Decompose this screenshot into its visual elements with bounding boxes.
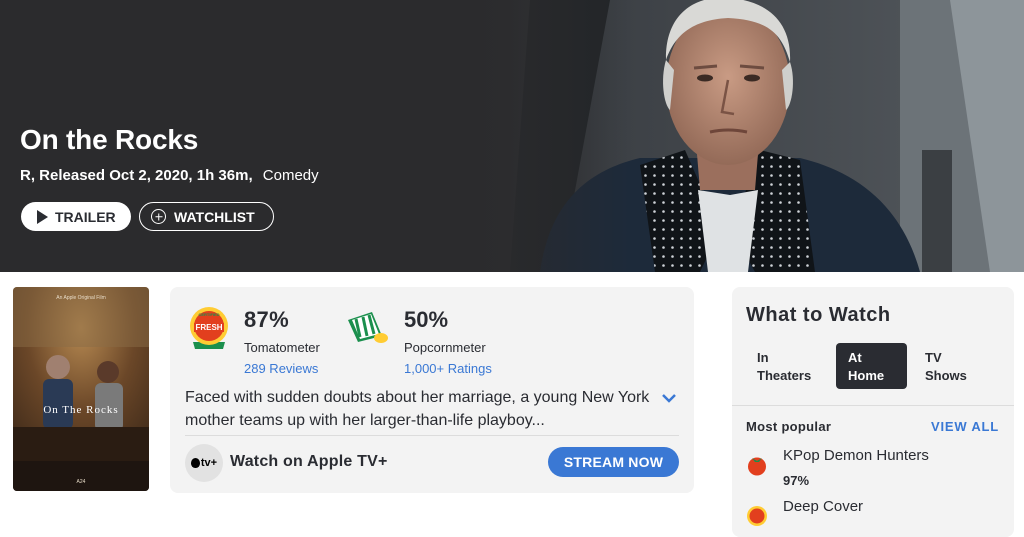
tab-label-line2: Theaters (757, 368, 812, 383)
stream-now-button[interactable]: STREAM NOW (548, 447, 679, 477)
hero-banner: On the Rocks R, Released Oct 2, 2020, 1h… (0, 0, 1024, 272)
popcornmeter-ratings-link[interactable]: 1,000+ Ratings (404, 361, 492, 376)
list-item-score: 97% (783, 473, 810, 488)
plus-circle-icon (151, 209, 166, 224)
apple-logo-icon (190, 458, 200, 468)
tomatometer-label: Tomatometer (244, 340, 320, 355)
movie-title: On the Rocks (20, 124, 199, 155)
tab-label-line2: Home (848, 368, 885, 383)
list-item-title[interactable]: Deep Cover (783, 498, 863, 515)
card-divider (185, 435, 679, 436)
movie-poster[interactable]: An Apple Original Film A24 On The Rocks (13, 287, 149, 491)
popcorn-bucket-icon (348, 312, 388, 343)
play-icon (37, 209, 48, 224)
poster-title: On The Rocks (43, 404, 119, 416)
panel-divider (732, 405, 1014, 406)
trailer-button[interactable]: TRAILER (21, 202, 131, 231)
svg-text:An Apple Original Film: An Apple Original Film (56, 295, 105, 301)
tab-label-line2: Shows (925, 368, 967, 383)
svg-text:FRESH: FRESH (195, 323, 222, 332)
list-item-title[interactable]: KPop Demon Hunters (783, 447, 929, 464)
movie-meta: R, Released Oct 2, 2020, 1h 36m, Comedy (20, 167, 319, 184)
tab-label-line1: At (848, 350, 862, 365)
certified-fresh-icon: FRESH CERTIFIED (190, 307, 228, 349)
poster-image: An Apple Original Film A24 (13, 287, 149, 491)
hero-fade (430, 0, 630, 272)
tomatometer-score: 87% (244, 307, 289, 332)
trailer-button-label: TRAILER (55, 208, 116, 225)
apple-tv-badge: tv+ (185, 444, 223, 482)
view-all-link[interactable]: VIEW ALL (931, 419, 999, 434)
tab-at-home[interactable]: At Home (836, 343, 907, 389)
what-to-watch-panel: What to Watch In Theaters At Home TV Sho… (732, 287, 1014, 537)
svg-text:A24: A24 (77, 479, 86, 485)
most-popular-label: Most popular (746, 419, 832, 434)
tab-label-line1: In (757, 350, 769, 365)
certified-fresh-icon (747, 506, 767, 526)
genre-label: Comedy (262, 167, 319, 184)
tab-label-line1: TV (925, 350, 942, 365)
tab-tv-shows[interactable]: TV Shows (925, 349, 967, 385)
score-card: FRESH CERTIFIED 87% Tomatometer 289 Revi… (170, 287, 694, 493)
what-to-watch-title: What to Watch (746, 304, 891, 326)
watch-on-text: Watch on Apple TV+ (230, 453, 388, 470)
watchlist-button-label: WATCHLIST (174, 208, 255, 225)
chevron-down-icon[interactable] (661, 392, 677, 404)
watchlist-button[interactable]: WATCHLIST (139, 202, 274, 231)
release-info: R, Released Oct 2, 2020, 1h 36m, (20, 167, 253, 184)
provider-badge-text: tv+ (200, 457, 218, 469)
popcornmeter-label: Popcornmeter (404, 340, 486, 355)
fresh-tomato-icon (748, 457, 766, 476)
tab-in-theaters[interactable]: In Theaters (757, 349, 811, 385)
svg-text:CERTIFIED: CERTIFIED (198, 312, 219, 317)
popcornmeter-score: 50% (404, 307, 449, 332)
tomatometer-reviews-link[interactable]: 289 Reviews (244, 361, 318, 376)
synopsis-text: Faced with sudden doubts about her marri… (185, 389, 650, 429)
